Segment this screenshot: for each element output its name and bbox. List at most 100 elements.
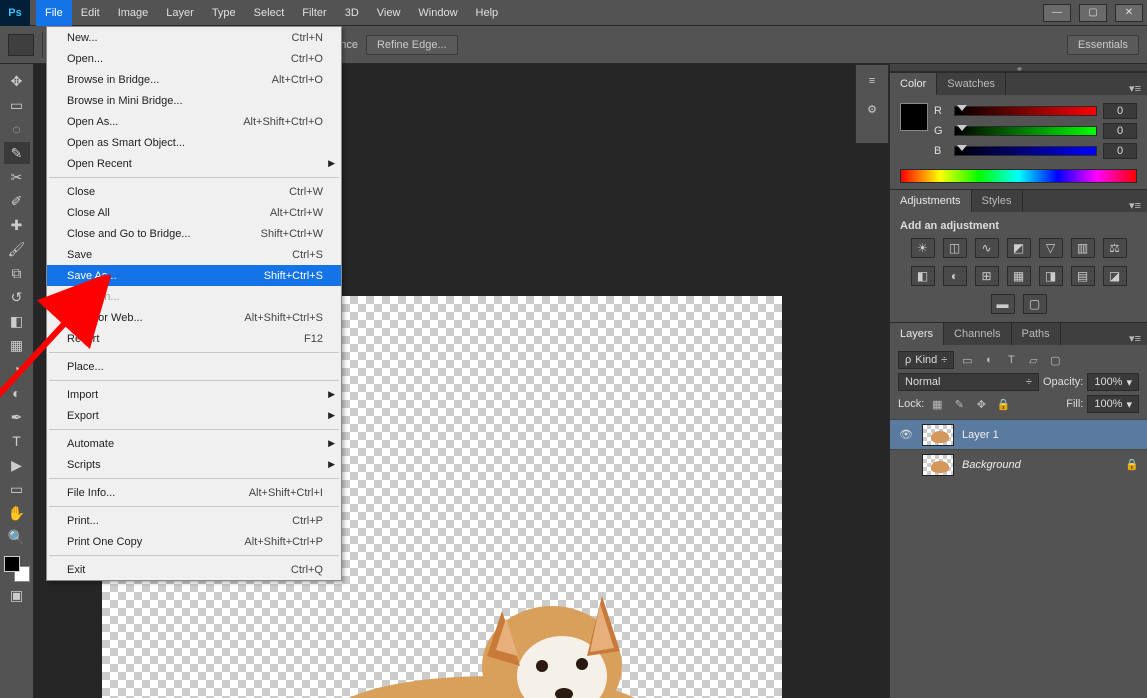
adjustments-tab[interactable]: Adjustments — [890, 190, 972, 212]
maximize-button[interactable]: ▢ — [1079, 4, 1107, 22]
menu-item-close-all[interactable]: Close AllAlt+Ctrl+W — [47, 202, 341, 223]
curves-icon[interactable]: ∿ — [975, 238, 999, 258]
move-tool-icon[interactable]: ✥ — [4, 70, 30, 92]
threshold-icon[interactable]: ◪ — [1103, 266, 1127, 286]
menu-filter[interactable]: Filter — [293, 0, 335, 26]
channel-mixer-icon[interactable]: ⊞ — [975, 266, 999, 286]
shape-tool-icon[interactable]: ▭ — [4, 478, 30, 500]
refine-edge-button[interactable]: Refine Edge... — [366, 35, 458, 55]
layer-row[interactable]: Background🔒 — [890, 449, 1147, 479]
color-swatches[interactable] — [4, 556, 30, 582]
menu-item-open-recent[interactable]: Open Recent▶ — [47, 153, 341, 174]
layer-name[interactable]: Layer 1 — [962, 429, 1139, 441]
menu-item-print-one-copy[interactable]: Print One CopyAlt+Shift+Ctrl+P — [47, 531, 341, 552]
invert-icon[interactable]: ◨ — [1039, 266, 1063, 286]
photo-filter-icon[interactable]: ◐ — [943, 266, 967, 286]
menu-item-save[interactable]: SaveCtrl+S — [47, 244, 341, 265]
foreground-color-swatch[interactable] — [4, 556, 20, 572]
properties-panel-icon[interactable]: ⚙ — [862, 99, 882, 119]
healing-tool-icon[interactable]: ✚ — [4, 214, 30, 236]
menu-item-browse-in-mini-bridge[interactable]: Browse in Mini Bridge... — [47, 90, 341, 111]
channels-tab[interactable]: Channels — [944, 323, 1011, 345]
g-slider[interactable] — [954, 126, 1097, 136]
swatches-tab[interactable]: Swatches — [937, 73, 1006, 95]
menu-item-scripts[interactable]: Scripts▶ — [47, 454, 341, 475]
b-slider[interactable] — [954, 146, 1097, 156]
gradient-tool-icon[interactable]: ▦ — [4, 334, 30, 356]
menu-item-browse-in-bridge[interactable]: Browse in Bridge...Alt+Ctrl+O — [47, 69, 341, 90]
menu-item-automate[interactable]: Automate▶ — [47, 433, 341, 454]
marquee-tool-icon[interactable]: ▭ — [4, 94, 30, 116]
menu-item-open-as[interactable]: Open As...Alt+Shift+Ctrl+O — [47, 111, 341, 132]
menu-item-print[interactable]: Print...Ctrl+P — [47, 510, 341, 531]
menu-type[interactable]: Type — [203, 0, 245, 26]
menu-item-import[interactable]: Import▶ — [47, 384, 341, 405]
menu-help[interactable]: Help — [467, 0, 508, 26]
r-slider[interactable] — [954, 106, 1097, 116]
styles-tab[interactable]: Styles — [972, 190, 1023, 212]
hue-icon[interactable]: ▥ — [1071, 238, 1095, 258]
balance-icon[interactable]: ⚖ — [1103, 238, 1127, 258]
panel-menu-icon[interactable]: ▾≡ — [1123, 332, 1147, 345]
quick-select-tool-icon[interactable]: ✎ — [4, 142, 30, 164]
menu-item-save-as[interactable]: Save As...Shift+Ctrl+S — [47, 265, 341, 286]
lock-trans-icon[interactable]: ▦ — [928, 396, 946, 412]
menu-file[interactable]: File — [36, 0, 72, 26]
menu-item-file-info[interactable]: File Info...Alt+Shift+Ctrl+I — [47, 482, 341, 503]
menu-3d[interactable]: 3D — [336, 0, 368, 26]
menu-layer[interactable]: Layer — [157, 0, 203, 26]
lookup-icon[interactable]: ▦ — [1007, 266, 1031, 286]
menu-item-save-for-web[interactable]: Save for Web...Alt+Shift+Ctrl+S — [47, 307, 341, 328]
menu-item-close[interactable]: CloseCtrl+W — [47, 181, 341, 202]
menu-item-new[interactable]: New...Ctrl+N — [47, 27, 341, 48]
quickmask-icon[interactable]: ▣ — [4, 584, 30, 606]
spectrum-bar[interactable] — [900, 169, 1137, 183]
menu-item-open-as-smart-object[interactable]: Open as Smart Object... — [47, 132, 341, 153]
path-select-tool-icon[interactable]: ▶ — [4, 454, 30, 476]
panel-menu-icon[interactable]: ▾≡ — [1123, 199, 1147, 212]
paths-tab[interactable]: Paths — [1012, 323, 1061, 345]
layer-row[interactable]: 👁 Layer 1 — [890, 419, 1147, 449]
selective-color-icon[interactable]: ▢ — [1023, 294, 1047, 314]
crop-tool-icon[interactable]: ✂ — [4, 166, 30, 188]
r-value[interactable]: 0 — [1103, 103, 1137, 119]
opacity-field[interactable]: 100% ▾ — [1087, 373, 1139, 391]
menu-view[interactable]: View — [368, 0, 410, 26]
filter-type-icon[interactable]: T — [1002, 352, 1020, 368]
levels-icon[interactable]: ◫ — [943, 238, 967, 258]
menu-image[interactable]: Image — [109, 0, 158, 26]
close-button[interactable]: ✕ — [1115, 4, 1143, 22]
history-panel-icon[interactable]: ≡ — [862, 71, 882, 91]
lock-all-icon[interactable]: 🔒 — [994, 396, 1012, 412]
pen-tool-icon[interactable]: ✒ — [4, 406, 30, 428]
gradient-map-icon[interactable]: ▬ — [991, 294, 1015, 314]
zoom-tool-icon[interactable]: 🔍 — [4, 526, 30, 548]
brush-tool-icon[interactable]: 🖌 — [4, 238, 30, 260]
eyedropper-tool-icon[interactable]: ✐ — [4, 190, 30, 212]
menu-select[interactable]: Select — [245, 0, 294, 26]
visibility-icon[interactable]: 👁 — [898, 428, 914, 441]
menu-item-revert[interactable]: RevertF12 — [47, 328, 341, 349]
blend-mode-dropdown[interactable]: Normal ÷ — [898, 373, 1039, 391]
filter-pixel-icon[interactable]: ▭ — [958, 352, 976, 368]
layer-name[interactable]: Background — [962, 459, 1117, 471]
filter-adj-icon[interactable]: ◐ — [980, 352, 998, 368]
hand-tool-icon[interactable]: ✋ — [4, 502, 30, 524]
lasso-tool-icon[interactable]: ◌ — [4, 118, 30, 140]
menu-item-open[interactable]: Open...Ctrl+O — [47, 48, 341, 69]
menu-window[interactable]: Window — [409, 0, 466, 26]
panel-menu-icon[interactable]: ▾≡ — [1123, 82, 1147, 95]
fill-field[interactable]: 100% ▾ — [1087, 395, 1139, 413]
layers-tab[interactable]: Layers — [890, 323, 944, 345]
bw-icon[interactable]: ◧ — [911, 266, 935, 286]
workspace-switcher[interactable]: Essentials — [1067, 35, 1139, 55]
dodge-tool-icon[interactable]: ◐ — [4, 382, 30, 404]
minimize-button[interactable]: — — [1043, 4, 1071, 22]
b-value[interactable]: 0 — [1103, 143, 1137, 159]
current-tool-icon[interactable] — [8, 34, 34, 56]
type-tool-icon[interactable]: T — [4, 430, 30, 452]
color-tab[interactable]: Color — [890, 73, 937, 95]
stamp-tool-icon[interactable]: ⧉ — [4, 262, 30, 284]
posterize-icon[interactable]: ▤ — [1071, 266, 1095, 286]
current-color-swatch[interactable] — [900, 103, 928, 131]
